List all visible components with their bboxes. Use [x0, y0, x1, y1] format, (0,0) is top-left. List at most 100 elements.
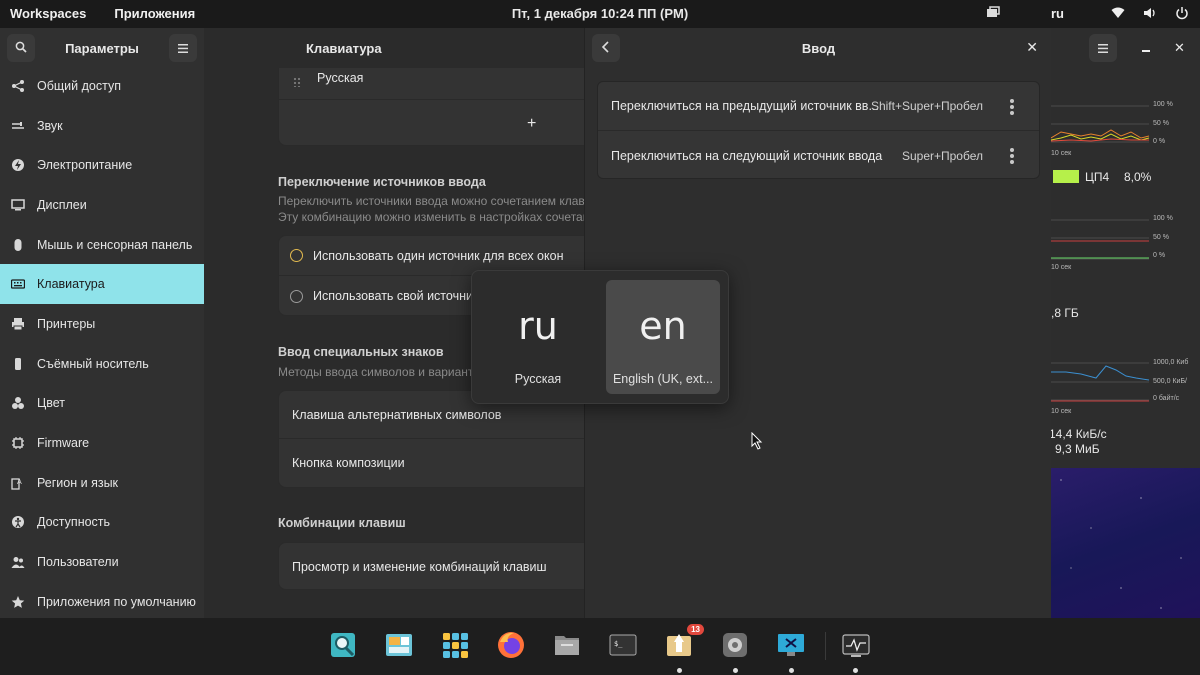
keyboard-layout-indicator[interactable]: ru [1051, 6, 1064, 21]
sidebar-item[interactable]: Съёмный носитель [0, 344, 204, 384]
terminal-icon: $_ [609, 634, 637, 656]
special-card: Клавиша альтернативных символов Кнопка к… [278, 390, 584, 488]
sidebar-item[interactable]: Общий доступ [0, 66, 204, 106]
screen-share-icon[interactable] [985, 5, 1001, 21]
close-icon[interactable]: ✕ [1026, 39, 1038, 56]
dock-app-terminal[interactable]: $_ [608, 630, 638, 660]
dock-app-files[interactable] [552, 630, 582, 660]
dock-app-search[interactable] [328, 630, 358, 660]
dock-app-system-monitor[interactable] [841, 630, 871, 660]
time-label: 10 сек [1051, 150, 1072, 157]
monitor-menu-button[interactable] [1089, 34, 1117, 62]
cpu-color-swatch [1053, 170, 1079, 183]
sidebar-item[interactable]: Звук [0, 106, 204, 146]
dock-app-installer[interactable]: 13 [664, 624, 704, 660]
sidebar-item[interactable]: Доступность [0, 503, 204, 543]
row-label: Клавиша альтернативных символов [292, 407, 502, 422]
sidebar-item[interactable]: Дисплеи [0, 185, 204, 225]
sidebar-item-label: Цвет [37, 396, 66, 411]
tick-label: 0 % [1153, 252, 1166, 259]
shortcut-row-next[interactable]: Переключиться на следующий источник ввод… [598, 131, 1039, 180]
dock-app-display[interactable] [776, 630, 806, 660]
source-code: ru [518, 304, 558, 348]
sidebar-item[interactable]: A Регион и язык [0, 463, 204, 503]
input-sources-card: Русская + [278, 68, 584, 146]
magnifier-app-icon [331, 633, 355, 657]
dock-app-grid[interactable] [440, 630, 470, 660]
switcher-item-ru[interactable]: ru Русская [481, 280, 595, 394]
tick-label: 1000,0 Киб [1153, 359, 1189, 366]
mouse-icon [10, 237, 26, 253]
dock-app-firefox[interactable] [496, 630, 526, 660]
power-icon [10, 157, 26, 173]
sidebar-list: Общий доступ Звук Электропитание Дисплеи Мыш… [0, 66, 204, 622]
sidebar-item-label: Клавиатура [37, 277, 105, 292]
sidebar-item[interactable]: Приложения по умолчанию [0, 582, 204, 622]
view-shortcuts-row[interactable]: Просмотр и изменение комбинаций клавиш [279, 543, 584, 591]
add-icon: + [527, 114, 537, 132]
running-indicator [853, 668, 858, 673]
shortcut-label: Переключиться на следующий источник ввод… [611, 148, 883, 163]
accessibility-icon [10, 514, 26, 530]
memory-value: ,8 ГБ [1051, 306, 1079, 320]
minimize-icon[interactable] [1142, 50, 1150, 52]
compose-key-row[interactable]: Кнопка композиции [279, 439, 584, 487]
radio-button[interactable] [290, 289, 303, 303]
sidebar-item[interactable]: Электропитание [0, 145, 204, 185]
app-store-icon [386, 634, 412, 656]
power-menu-icon[interactable] [1174, 5, 1190, 21]
star-icon [10, 594, 26, 610]
wifi-icon[interactable] [1110, 5, 1126, 21]
sidebar-item[interactable]: Цвет [0, 384, 204, 424]
shortcut-row-previous[interactable]: Переключиться на предыдущий источник вв.… [598, 82, 1039, 131]
sidebar-item[interactable]: Принтеры [0, 304, 204, 344]
sidebar-item[interactable]: Клавиатура [0, 264, 204, 305]
dock: $_ 13 [0, 618, 1200, 675]
more-options-icon[interactable] [1010, 99, 1014, 117]
dock-app-settings[interactable] [720, 630, 750, 660]
volume-icon[interactable] [1142, 5, 1158, 21]
sidebar-item-label: Пользователи [37, 555, 119, 570]
sidebar-item-label: Дисплеи [37, 197, 87, 212]
firefox-icon [498, 632, 524, 658]
radio-button[interactable] [290, 249, 303, 262]
shortcuts-card: Просмотр и изменение комбинаций клавиш [278, 542, 584, 590]
top-panel: Workspaces Приложения Пт, 1 декабря 10:2… [0, 0, 1200, 28]
tick-label: 50 % [1153, 120, 1169, 127]
svg-text:$_: $_ [614, 640, 623, 648]
add-input-source-button[interactable]: + [279, 100, 584, 147]
drag-handle-icon[interactable] [293, 77, 301, 87]
row-label: Просмотр и изменение комбинаций клавиш [292, 560, 547, 574]
sidebar-item[interactable]: Firmware [0, 423, 204, 463]
time-label: 10 сек [1051, 408, 1072, 415]
source-code: en [639, 304, 687, 348]
switcher-item-en[interactable]: en English (UK, ext... [606, 280, 720, 394]
shortcuts-section-title: Комбинации клавиш [278, 516, 406, 530]
close-icon[interactable]: ✕ [1174, 40, 1185, 56]
shortcut-list: Переключиться на предыдущий источник вв.… [597, 81, 1040, 179]
sidebar-menu-button[interactable] [169, 34, 197, 62]
sidebar-item-label: Съёмный носитель [37, 356, 149, 371]
users-icon [10, 554, 26, 570]
system-monitor-window: ✕ 100 % 50 % 0 % 10 сек ЦП4 8,0% 100 % 5… [1049, 28, 1200, 468]
dialog-title: Ввод [801, 41, 836, 56]
sidebar-item[interactable]: Пользователи [0, 542, 204, 582]
dock-separator [825, 632, 826, 660]
keyboard-icon [10, 276, 26, 292]
input-source-row[interactable]: Русская [279, 68, 584, 100]
update-count-badge: 13 [687, 624, 704, 635]
sidebar-item-label: Электропитание [37, 158, 133, 173]
mouse-pointer-icon [751, 432, 763, 450]
running-indicator [733, 668, 738, 673]
system-monitor-icon [842, 634, 870, 657]
tick-label: 0 % [1153, 138, 1166, 145]
sidebar-item[interactable]: Мышь и сенсорная панель [0, 225, 204, 265]
dock-app-store[interactable] [384, 630, 414, 660]
app-grid-icon [443, 633, 468, 658]
radio-label: Использовать один источник для всех окон [313, 248, 564, 263]
sidebar-item-label: Мышь и сенсорная панель [37, 237, 193, 252]
more-options-icon[interactable] [1010, 148, 1014, 166]
sidebar-item-label: Firmware [37, 436, 90, 451]
running-indicator [789, 668, 794, 673]
svg-text:A: A [17, 478, 22, 486]
